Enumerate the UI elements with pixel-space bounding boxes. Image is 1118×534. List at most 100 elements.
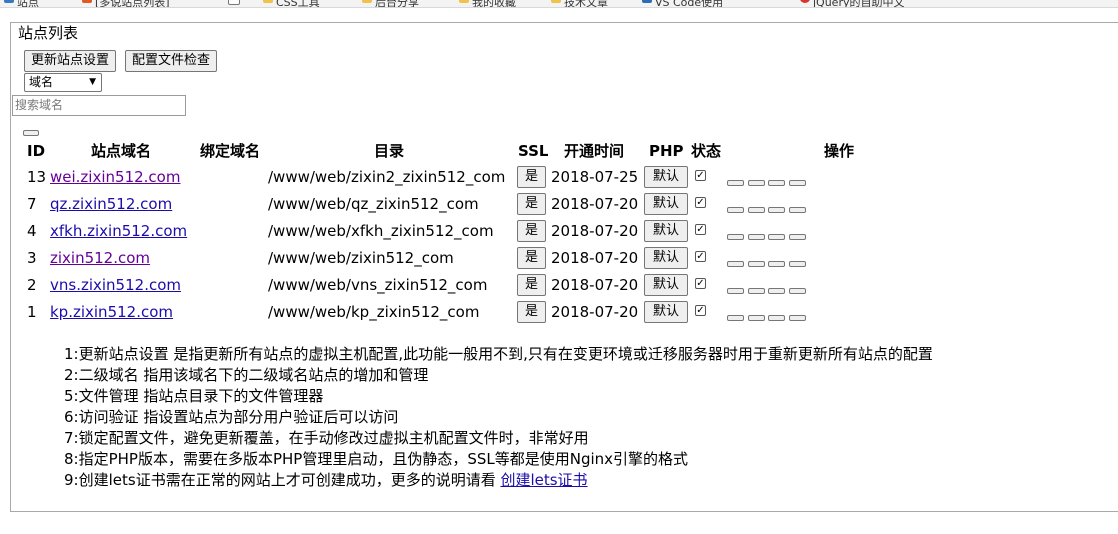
header-domain: 站点域名: [91, 142, 152, 160]
search-domain-input[interactable]: 搜索域名: [12, 95, 186, 116]
operation-button[interactable]: [748, 315, 765, 321]
check-config-button[interactable]: 配置文件检查: [125, 50, 218, 72]
php-version-button[interactable]: 默认: [644, 193, 688, 215]
bookmark-item[interactable]: 后台分享: [362, 0, 419, 7]
help-note-lets: 9:创建lets证书需在正常的网站上才可创建成功，更多的说明请看 创建lets证…: [64, 470, 588, 490]
bookmark-icon: [82, 0, 92, 3]
bookmark-icon: [4, 0, 14, 3]
status-checkbox[interactable]: ✓: [695, 170, 706, 181]
operation-button[interactable]: [789, 180, 806, 186]
folder-icon: [362, 0, 372, 3]
help-note-text: 9:创建lets证书需在正常的网站上才可创建成功，更多的说明请看: [64, 471, 501, 489]
ssl-button[interactable]: 是: [517, 247, 546, 269]
operation-button[interactable]: [727, 207, 744, 213]
site-domain-link[interactable]: vns.zixin512.com: [50, 275, 181, 295]
bookmark-item[interactable]: 站点: [4, 0, 39, 7]
operation-button[interactable]: [768, 315, 785, 321]
dropdown-arrow-icon: ▼: [89, 77, 96, 87]
operation-button[interactable]: [768, 207, 785, 213]
status-checkbox[interactable]: ✓: [695, 224, 706, 235]
open-date: 2018-07-20: [551, 222, 639, 240]
ssl-button[interactable]: 是: [517, 193, 546, 215]
site-directory: /www/web/qz_zixin512_com: [268, 195, 479, 213]
operation-button[interactable]: [768, 180, 785, 186]
open-date: 2018-07-20: [551, 195, 639, 213]
php-version-button[interactable]: 默认: [644, 166, 688, 188]
status-checkbox[interactable]: ✓: [695, 278, 706, 289]
site-id: 13: [27, 168, 47, 186]
site-domain-link[interactable]: qz.zixin512.com: [50, 194, 172, 214]
operation-button[interactable]: [789, 234, 806, 240]
bookmark-item[interactable]: 我的收藏: [459, 0, 516, 7]
operation-button[interactable]: [789, 315, 806, 321]
bookmark-item[interactable]: 技术文章: [551, 0, 608, 7]
header-ssl: SSL: [518, 142, 549, 160]
operation-button[interactable]: [768, 288, 785, 294]
status-checkbox[interactable]: ✓: [695, 251, 706, 262]
php-version-button[interactable]: 默认: [644, 301, 688, 323]
operation-button[interactable]: [727, 234, 744, 240]
open-date: 2018-07-20: [551, 276, 639, 294]
site-directory: /www/web/vns_zixin512_com: [268, 276, 488, 294]
status-checkbox[interactable]: ✓: [695, 305, 706, 316]
action-button[interactable]: [23, 130, 39, 136]
create-lets-cert-link[interactable]: 创建lets证书: [500, 471, 587, 489]
operation-button[interactable]: [789, 288, 806, 294]
help-note: 5:文件管理 指站点目录下的文件管理器: [64, 387, 324, 405]
status-checkbox[interactable]: ✓: [695, 197, 706, 208]
php-version-button[interactable]: 默认: [644, 220, 688, 242]
site-domain-link[interactable]: zixin512.com: [50, 248, 150, 268]
bookmark-icon: [642, 0, 652, 3]
site-id: 1: [27, 303, 37, 321]
operation-button[interactable]: [727, 288, 744, 294]
help-note: 8:指定PHP版本，需要在多版本PHP管理里启动，且伪静态，SSL等都是使用Ng…: [64, 450, 689, 468]
bookmark-item[interactable]: [228, 0, 243, 6]
site-id: 4: [27, 222, 37, 240]
bookmark-item[interactable]: jQuery的自助中文: [800, 0, 905, 7]
help-note: 2:二级域名 指用该域名下的二级域名站点的增加和管理: [64, 366, 429, 384]
ssl-button[interactable]: 是: [517, 220, 546, 242]
search-type-select[interactable]: 域名 ▼: [24, 73, 102, 92]
page-icon: [228, 0, 240, 5]
select-value: 域名: [29, 75, 54, 89]
folder-icon: [263, 0, 273, 3]
site-domain-link[interactable]: xfkh.zixin512.com: [50, 221, 187, 241]
header-bind-domain: 绑定域名: [200, 142, 261, 160]
php-version-button[interactable]: 默认: [644, 247, 688, 269]
ssl-button[interactable]: 是: [517, 301, 546, 323]
bookmark-item[interactable]: CSS工具: [263, 0, 320, 7]
header-directory: 目录: [374, 142, 405, 160]
header-status: 状态: [691, 142, 722, 160]
operation-button[interactable]: [768, 261, 785, 267]
operation-button[interactable]: [748, 207, 765, 213]
site-id: 7: [27, 195, 37, 213]
open-date: 2018-07-20: [551, 303, 639, 321]
site-directory: /www/web/zixin512_com: [268, 249, 454, 267]
operation-button[interactable]: [727, 261, 744, 267]
header-id: ID: [27, 142, 46, 160]
php-version-button[interactable]: 默认: [644, 274, 688, 296]
ssl-button[interactable]: 是: [517, 166, 546, 188]
operation-button[interactable]: [789, 261, 806, 267]
operation-button[interactable]: [748, 180, 765, 186]
bookmark-item[interactable]: [多说站点列表]: [82, 0, 170, 7]
site-directory: /www/web/xfkh_zixin512_com: [268, 222, 494, 240]
open-date: 2018-07-25: [551, 168, 639, 186]
site-id: 3: [27, 249, 37, 267]
operation-button[interactable]: [727, 315, 744, 321]
site-domain-link[interactable]: kp.zixin512.com: [50, 302, 173, 322]
operation-button[interactable]: [748, 288, 765, 294]
ssl-button[interactable]: 是: [517, 274, 546, 296]
help-note: 1:更新站点设置 是指更新所有站点的虚拟主机配置,此功能一般用不到,只有在变更环…: [64, 345, 933, 363]
header-php: PHP: [649, 142, 684, 160]
site-domain-link[interactable]: wei.zixin512.com: [50, 167, 180, 187]
operation-button[interactable]: [789, 207, 806, 213]
update-sites-button[interactable]: 更新站点设置: [24, 50, 117, 72]
operation-button[interactable]: [748, 261, 765, 267]
bookmark-item[interactable]: VS Code使用: [642, 0, 723, 7]
operation-button[interactable]: [727, 180, 744, 186]
help-note: 6:访问验证 指设置站点为部分用户验证后可以访问: [64, 408, 399, 426]
site-directory: /www/web/zixin2_zixin512_com: [268, 168, 506, 186]
operation-button[interactable]: [748, 234, 765, 240]
operation-button[interactable]: [768, 234, 785, 240]
